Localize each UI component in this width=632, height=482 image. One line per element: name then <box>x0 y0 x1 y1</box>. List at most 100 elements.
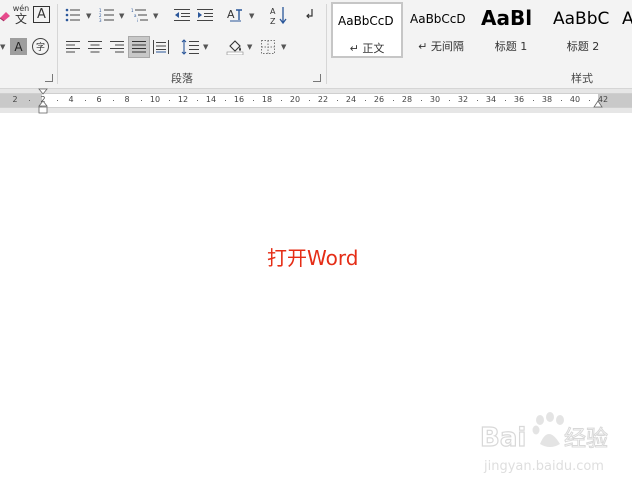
style-preview: AaBl <box>481 6 533 30</box>
ruler-tick-label: 8 <box>124 95 130 104</box>
ruler-tick-mark <box>365 100 366 101</box>
styles-group-label: 样式 <box>571 72 593 85</box>
ribbon: wén 文 A ▼ A 字 ▼ 123 ▼ 1ai ▼ A ▼ AZ ▼ ▼ ▼… <box>0 0 632 89</box>
ruler-tick-mark <box>85 100 86 101</box>
shading-icon[interactable] <box>225 37 245 55</box>
ruler-tick-mark <box>449 100 450 101</box>
svg-text:A: A <box>270 7 276 16</box>
style-preview: AaBbCcD <box>410 12 466 26</box>
paragraph-group-label: 段落 <box>171 72 193 85</box>
ruler-tick-mark <box>113 100 114 101</box>
ruler-tick-mark <box>225 100 226 101</box>
align-left-icon[interactable] <box>64 38 82 56</box>
ruler-tick-label: 10 <box>149 95 161 104</box>
ruler-tick-mark <box>589 100 590 101</box>
line-spacing-icon[interactable] <box>181 38 199 56</box>
shading-dropdown-icon[interactable]: ▼ <box>247 43 252 51</box>
bullets-icon[interactable] <box>64 6 82 24</box>
numbering-icon[interactable]: 123 <box>98 6 116 24</box>
ruler-tick-mark <box>253 100 254 101</box>
style-name: ↵ 无间隔 <box>418 40 464 53</box>
enclose-characters-glyph: 字 <box>35 43 45 53</box>
style-normal[interactable]: AaBbCcD ↵ 正文 <box>331 2 403 58</box>
style-name: 标题 1 <box>494 40 528 53</box>
svg-text:经验: 经验 <box>564 427 608 452</box>
ruler-tick-label: 14 <box>205 95 217 104</box>
svg-text:3: 3 <box>99 18 102 22</box>
document-text[interactable]: 打开Word <box>267 242 358 271</box>
style-title[interactable]: A <box>620 2 632 58</box>
ruler-tick-mark <box>57 100 58 101</box>
ruler-tick-mark <box>281 100 282 101</box>
style-preview: AaBbCcD <box>338 14 394 28</box>
character-border-glyph: A <box>37 7 46 22</box>
ruler-tick-label: 36 <box>513 95 525 104</box>
decrease-indent-icon[interactable] <box>173 6 191 24</box>
ruler-tick-mark <box>561 100 562 101</box>
ruler-tick-mark <box>421 100 422 101</box>
ruler-tick-mark <box>169 100 170 101</box>
ruler-tick-label: 30 <box>429 95 441 104</box>
multilevel-list-icon[interactable]: 1ai <box>131 6 149 24</box>
line-spacing-dropdown-icon[interactable]: ▼ <box>203 43 208 51</box>
left-margin-area <box>0 94 42 107</box>
distributed-align-icon[interactable] <box>152 38 170 56</box>
ruler-tick-mark <box>309 100 310 101</box>
right-indent-marker-icon[interactable] <box>593 100 603 108</box>
align-center-icon[interactable] <box>86 38 104 56</box>
chinese-layout-icon[interactable]: A <box>226 6 246 24</box>
ruler-tick-label: 12 <box>177 95 189 104</box>
justify-icon[interactable] <box>128 36 150 58</box>
ruler-tick-label: 40 <box>569 95 581 104</box>
ruler-tick-mark <box>393 100 394 101</box>
pinyin-char: 文 <box>14 12 27 26</box>
ruler-tick-label: 24 <box>345 95 357 104</box>
group-separator <box>326 4 327 84</box>
ruler-tick-label: 20 <box>289 95 301 104</box>
show-hide-marks-icon[interactable] <box>301 6 319 24</box>
ruler-tick-mark <box>505 100 506 101</box>
align-right-icon[interactable] <box>108 38 126 56</box>
ruler-tick-mark <box>197 100 198 101</box>
svg-text:A: A <box>227 8 235 21</box>
increase-indent-icon[interactable] <box>196 6 214 24</box>
ruler-tick-label: 4 <box>68 95 74 104</box>
styles-gallery: AaBbCcD ↵ 正文 AaBbCcD ↵ 无间隔 AaBl 标题 1 AaB… <box>330 2 632 58</box>
horizontal-ruler[interactable]: 2 2 4 6 8 10 12 14 16 18 20 22 24 26 28 30 32 34 36 38 40 42 <box>0 93 632 108</box>
borders-dropdown-icon[interactable]: ▼ <box>281 43 286 51</box>
font-dialog-launcher-icon[interactable] <box>45 74 53 82</box>
svg-text:Z: Z <box>270 17 276 25</box>
ruler-tick-label: 26 <box>373 95 385 104</box>
style-preview: AaBbC <box>553 9 610 29</box>
ruler-tick-label: 2 <box>12 95 18 104</box>
style-preview: A <box>622 9 632 29</box>
numbering-dropdown-icon[interactable]: ▼ <box>119 12 124 20</box>
baidu-jingyan-watermark-icon: Bai 经验 jingyan.baidu.com <box>479 412 609 474</box>
ruler-tick-label: 18 <box>261 95 273 104</box>
ruler-tick-label: 6 <box>96 95 102 104</box>
paragraph-dialog-launcher-icon[interactable] <box>313 74 321 82</box>
pinyin-guide-icon[interactable]: wén 文 <box>10 3 32 27</box>
style-heading-1[interactable]: AaBl 标题 1 <box>478 2 544 58</box>
style-no-spacing[interactable]: AaBbCcD ↵ 无间隔 <box>406 2 476 58</box>
chinese-layout-dropdown-icon[interactable]: ▼ <box>249 12 254 20</box>
sort-icon[interactable]: AZ <box>268 4 290 26</box>
character-shading-icon[interactable]: A <box>10 38 27 55</box>
style-heading-2[interactable]: AaBbC 标题 2 <box>550 2 616 58</box>
style-name: ↵ 正文 <box>349 42 385 55</box>
svg-text:Bai: Bai <box>480 423 526 453</box>
ruler-tick-label: 22 <box>317 95 329 104</box>
font-color-dropdown-icon[interactable]: ▼ <box>0 43 5 51</box>
indent-markers-icon[interactable] <box>38 88 48 114</box>
borders-icon[interactable] <box>259 38 277 56</box>
ruler-tick-mark <box>533 100 534 101</box>
bullets-dropdown-icon[interactable]: ▼ <box>86 12 91 20</box>
svg-text:i: i <box>137 18 138 22</box>
character-border-icon[interactable]: A <box>33 6 50 23</box>
style-name: 标题 2 <box>566 40 600 53</box>
multilevel-list-dropdown-icon[interactable]: ▼ <box>153 12 158 20</box>
ruler-tick-label: 16 <box>233 95 245 104</box>
group-separator <box>57 4 58 84</box>
enclose-characters-icon[interactable]: 字 <box>32 38 49 55</box>
ruler-tick-mark <box>29 100 30 101</box>
